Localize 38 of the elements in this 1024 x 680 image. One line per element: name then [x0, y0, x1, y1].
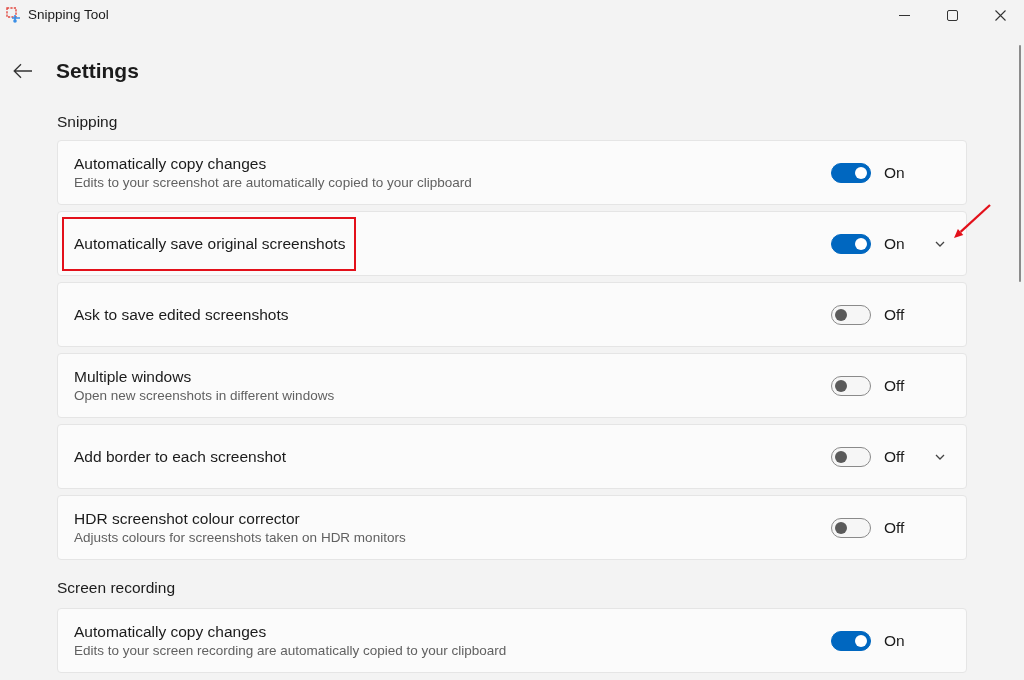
- setting-title: Automatically copy changes: [74, 621, 267, 642]
- minimize-icon: [898, 14, 910, 16]
- toggle-state-label: Off: [884, 517, 906, 538]
- toggle-state-label: Off: [884, 304, 906, 325]
- setting-description: Edits to your screenshot are automatically copied to your clipboard: [74, 173, 472, 192]
- toggle-switch[interactable]: [831, 233, 871, 254]
- maximize-icon: [946, 9, 958, 21]
- setting-title: Multiple windows: [74, 366, 192, 387]
- toggle-switch[interactable]: [831, 517, 871, 538]
- setting-description: Open new screenshots in different windows: [74, 386, 335, 405]
- setting-title: Add border to each screenshot: [74, 446, 286, 467]
- setting-title: Automatically save original screenshots: [74, 233, 346, 254]
- section-heading: Screen recording: [57, 578, 177, 598]
- window-title: Snipping Tool: [28, 5, 109, 24]
- toggle-state-label: On: [884, 233, 906, 254]
- toggle-switch[interactable]: [831, 446, 871, 467]
- toggle-switch[interactable]: [831, 304, 871, 325]
- toggle-state-label: On: [884, 162, 906, 183]
- setting-title: HDR screenshot colour corrector: [74, 508, 300, 529]
- toggle-switch[interactable]: [831, 630, 871, 651]
- toggle-switch[interactable]: [831, 162, 871, 183]
- setting-title: Ask to save edited screenshots: [74, 304, 289, 325]
- toggle-state-label: Off: [884, 375, 906, 396]
- toggle-state-label: Off: [884, 446, 906, 467]
- chevron-down-icon[interactable]: [935, 453, 945, 460]
- toggle-switch[interactable]: [831, 375, 871, 396]
- app-icon: [6, 7, 22, 23]
- setting-description: Adjusts colours for screenshots taken on HDR monitors: [74, 528, 406, 547]
- section-heading: Snipping: [57, 112, 119, 132]
- back-arrow-icon: [13, 63, 33, 79]
- close-icon: [994, 9, 1006, 21]
- page-title: Settings: [56, 58, 139, 84]
- setting-card[interactable]: Add border to each screenshot Off: [57, 424, 967, 489]
- scrollbar-thumb[interactable]: [1019, 45, 1021, 282]
- chevron-down-icon[interactable]: [935, 240, 945, 247]
- setting-title: Automatically copy changes: [74, 153, 267, 174]
- toggle-state-label: On: [884, 630, 906, 651]
- setting-description: Edits to your screen recording are automatically copied to your clipboard: [74, 641, 507, 660]
